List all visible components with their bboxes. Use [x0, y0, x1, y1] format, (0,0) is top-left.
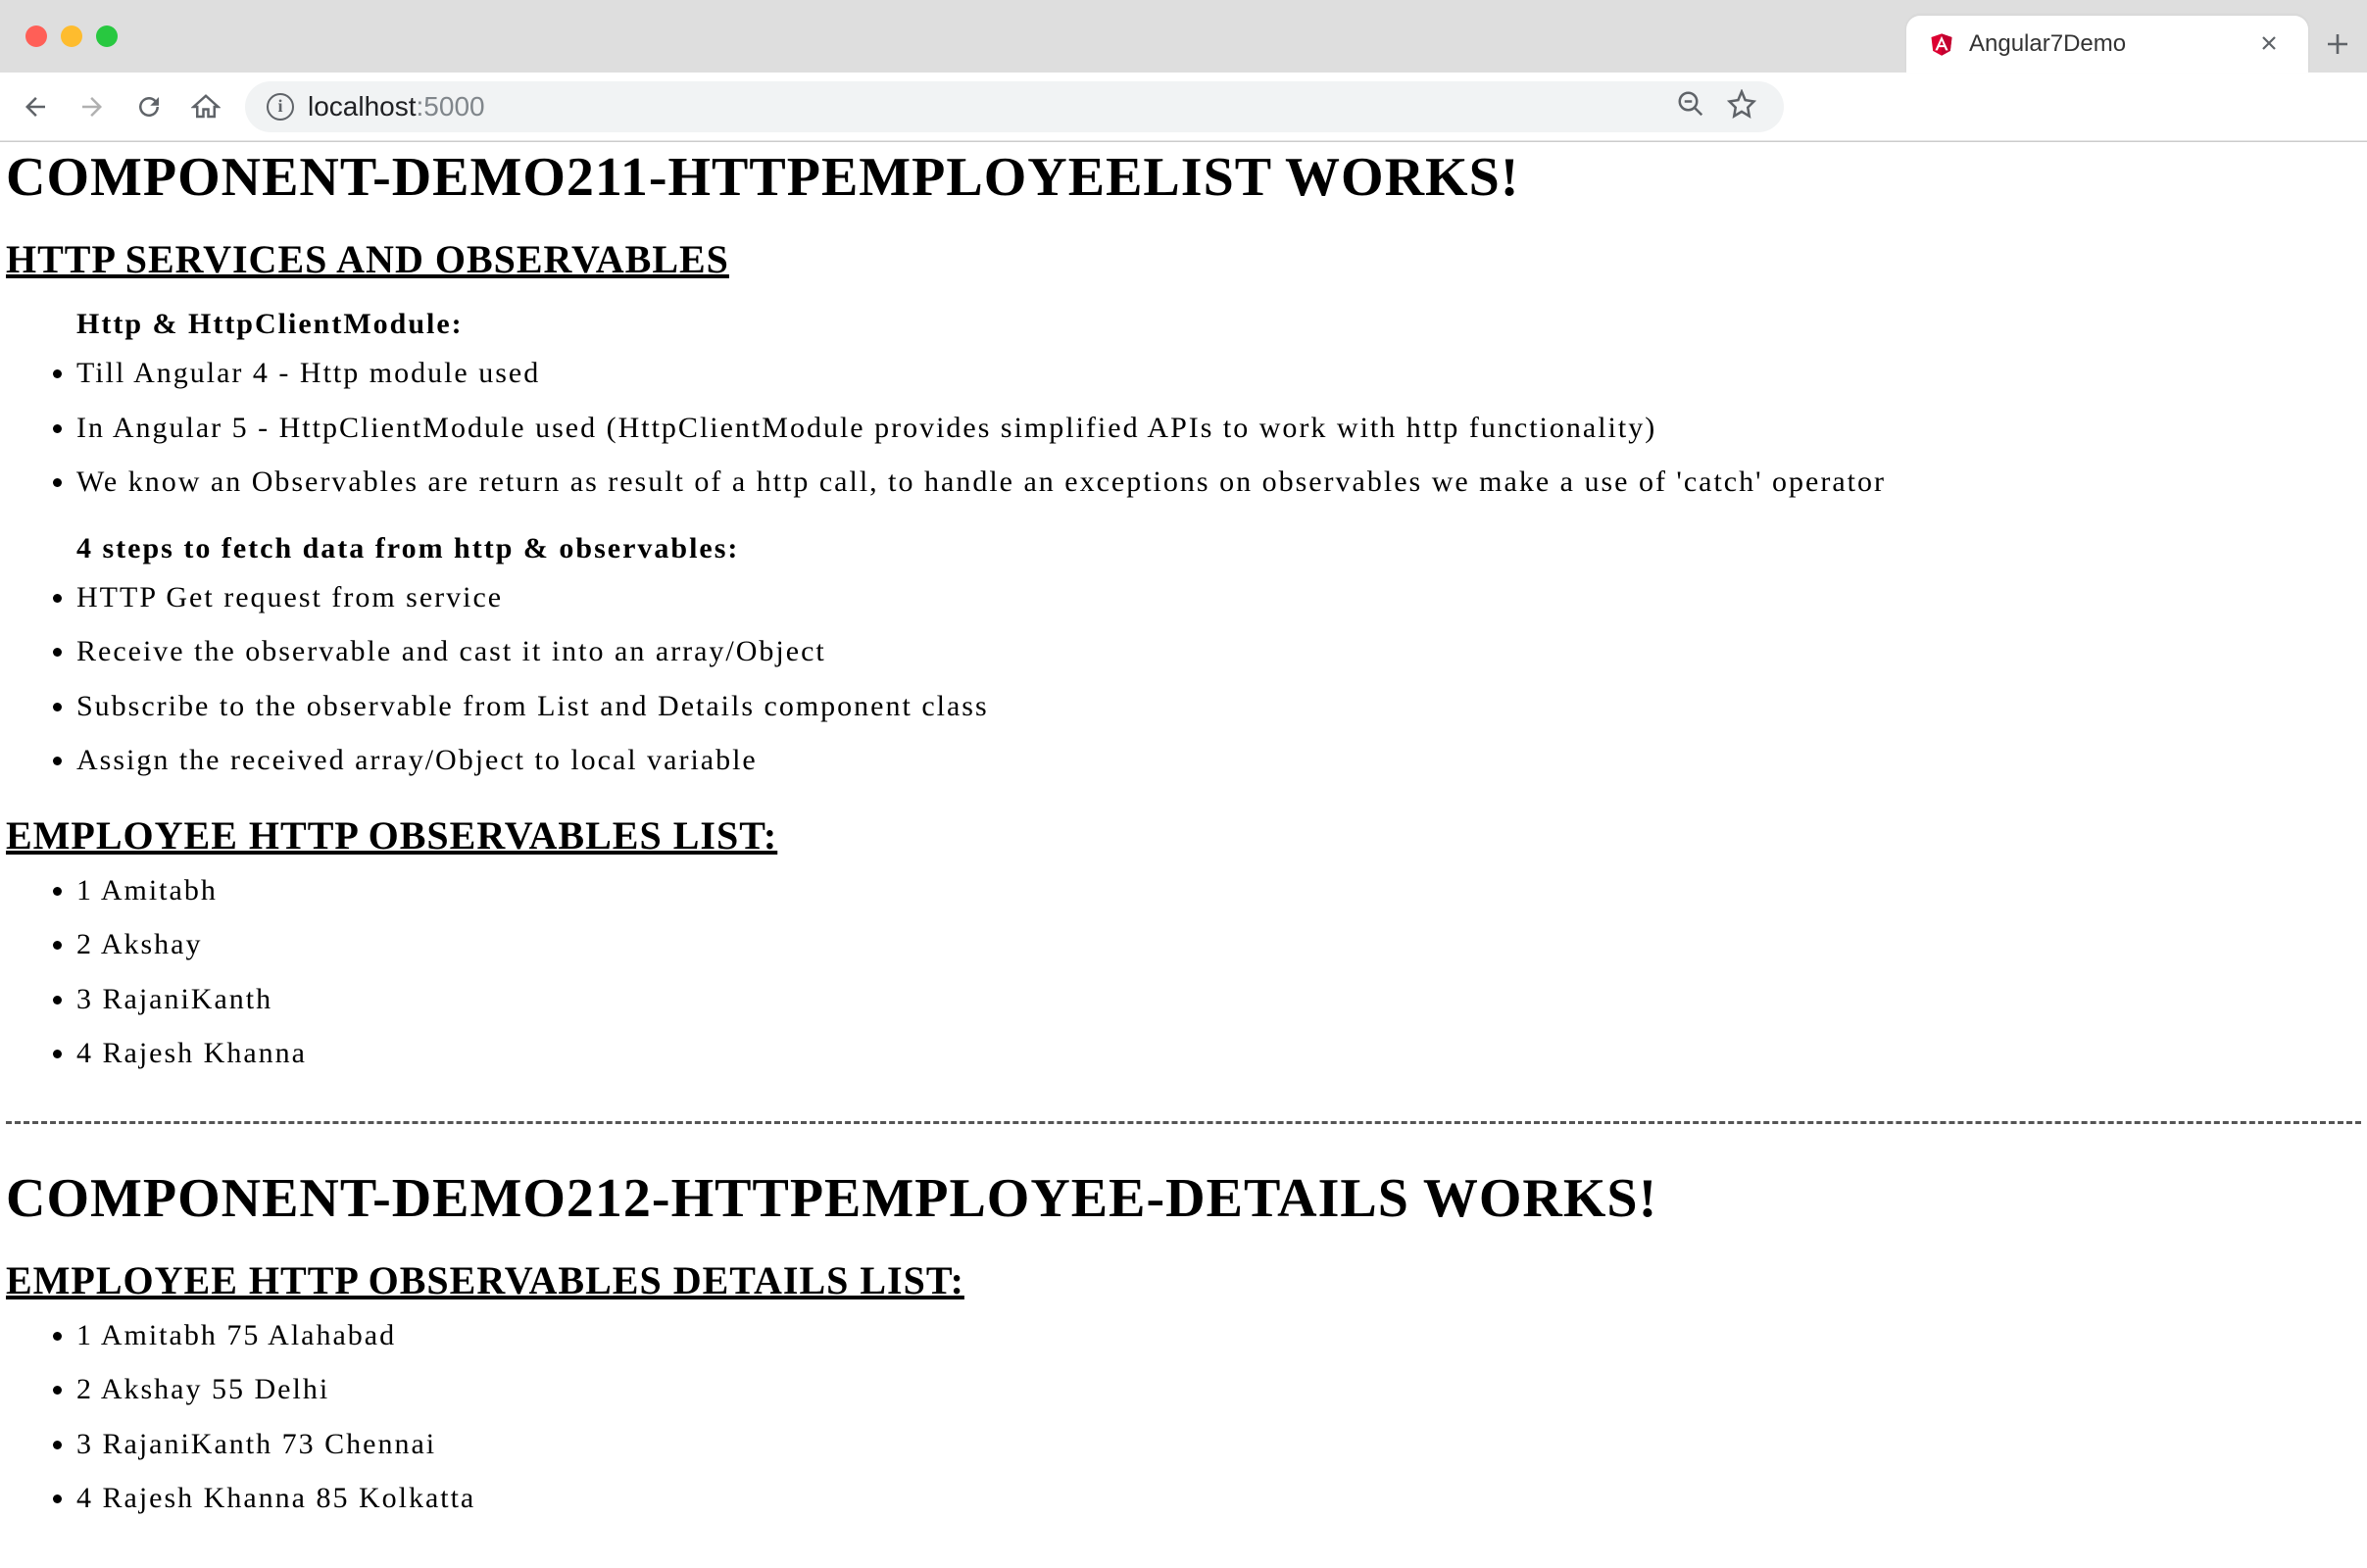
list-item: Receive the observable and cast it into … — [76, 627, 2361, 676]
reload-button[interactable] — [131, 89, 167, 124]
list-item: In Angular 5 - HttpClientModule used (Ht… — [76, 404, 2361, 453]
list-item: 2 Akshay 55 Delhi — [76, 1365, 2361, 1414]
divider — [6, 1121, 2361, 1124]
angular-icon — [1928, 29, 1955, 59]
list-item: Subscribe to the observable from List an… — [76, 682, 2361, 731]
home-button[interactable] — [188, 89, 223, 124]
list-item: HTTP Get request from service — [76, 573, 2361, 622]
back-button[interactable] — [18, 89, 53, 124]
address-bar[interactable]: i localhost:5000 — [245, 81, 1784, 132]
omnibox-actions — [1676, 89, 1762, 123]
subhead-http-module: Http & HttpClientModule: — [76, 308, 2361, 341]
browser-toolbar: i localhost:5000 — [0, 73, 2367, 141]
browser-chrome: Angular7Demo i localhost:5000 — [0, 0, 2367, 142]
window-maximize-button[interactable] — [96, 25, 118, 47]
subhead-four-steps: 4 steps to fetch data from http & observ… — [76, 532, 2361, 565]
window-controls — [0, 25, 118, 47]
heading-component-211: COMPONENT-DEMO211-HTTPEMPLOYEELIST WORKS… — [6, 146, 2361, 209]
titlebar: Angular7Demo — [0, 0, 2367, 73]
url-port: :5000 — [417, 91, 485, 122]
list-http-module: Till Angular 4 - Http module used In Ang… — [76, 349, 2361, 507]
url-text: localhost:5000 — [308, 91, 1662, 122]
site-info-icon[interactable]: i — [267, 93, 294, 121]
list-item: 3 RajaniKanth — [76, 975, 2361, 1024]
list-item: 4 Rajesh Khanna 85 Kolkatta — [76, 1474, 2361, 1523]
list-item: 1 Amitabh — [76, 866, 2361, 915]
heading-component-212: COMPONENT-DEMO212-HTTPEMPLOYEE-DETAILS W… — [6, 1167, 2361, 1230]
window-minimize-button[interactable] — [61, 25, 82, 47]
employee-list: 1 Amitabh 2 Akshay 3 RajaniKanth 4 Rajes… — [76, 866, 2361, 1078]
list-item: We know an Observables are return as res… — [76, 458, 2361, 507]
heading-employee-details: EMPLOYEE HTTP OBSERVABLES DETAILS LIST: — [6, 1257, 2361, 1303]
url-host: localhost — [308, 91, 417, 122]
browser-tab-active[interactable]: Angular7Demo — [1906, 16, 2308, 73]
forward-button[interactable] — [74, 89, 110, 124]
employee-details-list: 1 Amitabh 75 Alahabad 2 Akshay 55 Delhi … — [76, 1311, 2361, 1523]
heading-http-services: HTTP SERVICES AND OBSERVABLES — [6, 236, 2361, 282]
tab-strip: Angular7Demo — [1906, 14, 2367, 73]
list-four-steps: HTTP Get request from service Receive th… — [76, 573, 2361, 785]
list-item: Till Angular 4 - Http module used — [76, 349, 2361, 398]
heading-employee-list: EMPLOYEE HTTP OBSERVABLES LIST: — [6, 812, 2361, 858]
close-tab-button[interactable] — [2251, 25, 2287, 64]
new-tab-button[interactable] — [2308, 16, 2367, 73]
list-item: 3 RajaniKanth 73 Chennai — [76, 1420, 2361, 1469]
list-item: 1 Amitabh 75 Alahabad — [76, 1311, 2361, 1360]
window-close-button[interactable] — [25, 25, 47, 47]
tab-title: Angular7Demo — [1969, 30, 2238, 58]
list-item: Assign the received array/Object to loca… — [76, 736, 2361, 785]
page-content: COMPONENT-DEMO211-HTTPEMPLOYEELIST WORKS… — [0, 146, 2367, 1568]
star-icon[interactable] — [1727, 89, 1756, 123]
list-item: 4 Rajesh Khanna — [76, 1029, 2361, 1078]
list-item: 2 Akshay — [76, 920, 2361, 969]
zoom-icon[interactable] — [1676, 89, 1705, 123]
